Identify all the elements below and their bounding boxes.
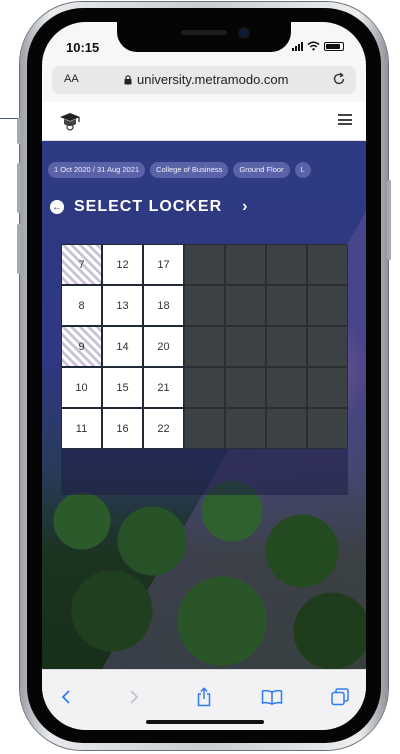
locker-cell[interactable]: 18 (143, 285, 184, 326)
locker-cell-unavailable (225, 367, 266, 408)
page-title: SELECT LOCKER (74, 198, 223, 215)
locker-cell-unavailable (307, 244, 348, 285)
locker-cell: 7 (61, 244, 102, 285)
locker-cell[interactable]: 8 (61, 285, 102, 326)
filter-chip-date[interactable]: 1 Oct 2020 / 31 Aug 2021 (48, 162, 146, 178)
forward-button[interactable] (122, 686, 146, 708)
locker-cell[interactable]: 14 (102, 326, 143, 367)
locker-heading-row: ← SELECT LOCKER › (50, 198, 247, 216)
front-camera (240, 29, 248, 37)
locker-grid-footer (61, 449, 348, 495)
locker-cell[interactable]: 21 (143, 367, 184, 408)
back-button[interactable] (54, 686, 78, 708)
arrow-left-circle-icon[interactable]: ← (50, 200, 64, 214)
tabs-button[interactable] (328, 686, 352, 708)
speaker-grille (181, 30, 227, 35)
locker-cell[interactable]: 17 (143, 244, 184, 285)
hamburger-menu-icon[interactable] (338, 114, 352, 125)
site-nav (42, 102, 366, 141)
bookmarks-button[interactable] (260, 686, 284, 708)
lock-icon (124, 74, 132, 84)
locker-cell-unavailable (225, 244, 266, 285)
status-time: 10:15 (66, 40, 100, 55)
chevron-left-icon (61, 690, 70, 704)
volume-down-button (17, 224, 21, 274)
locker-cell[interactable]: 20 (143, 326, 184, 367)
filter-chips: 1 Oct 2020 / 31 Aug 2021 College of Busi… (48, 162, 311, 178)
locker-cell-unavailable (225, 285, 266, 326)
locker-cell-unavailable (307, 408, 348, 449)
locker-cell[interactable]: 15 (102, 367, 143, 408)
locker-cell-unavailable (266, 408, 307, 449)
chevron-right-icon (130, 690, 139, 704)
locker-cell-unavailable (184, 244, 225, 285)
filter-chip-floor[interactable]: Ground Floor (233, 162, 290, 178)
filter-chip-more[interactable]: L (294, 162, 311, 178)
locker-cell-unavailable (266, 326, 307, 367)
locker-cell[interactable]: 11 (61, 408, 102, 449)
tabs-icon (331, 688, 349, 706)
notch (117, 22, 291, 52)
cellular-signal-icon (292, 42, 303, 51)
locker-cell[interactable]: 22 (143, 408, 184, 449)
text-size-button[interactable]: AA (64, 73, 79, 85)
locker-cell-unavailable (184, 326, 225, 367)
locker-cell-unavailable (307, 367, 348, 408)
chevron-right-icon[interactable]: › (242, 198, 247, 216)
locker-cell-unavailable (266, 244, 307, 285)
silent-switch (17, 118, 21, 144)
filter-chip-college[interactable]: College of Business (150, 162, 229, 178)
home-indicator (146, 720, 264, 724)
locker-grid: 7 12 17 8 13 18 9 14 20 10 15 21 11 16 22 (61, 244, 348, 449)
hero-trees-image (42, 481, 366, 669)
locker-cell[interactable]: 10 (61, 367, 102, 408)
locker-cell[interactable]: 13 (102, 285, 143, 326)
bookmarks-icon (261, 689, 283, 705)
locker-cell[interactable]: 12 (102, 244, 143, 285)
reload-icon[interactable] (332, 72, 346, 86)
battery-icon (324, 42, 344, 51)
status-icons (292, 41, 344, 51)
locker-cell-unavailable (266, 285, 307, 326)
browser-toolbar (42, 669, 366, 730)
url-display[interactable]: university.metramodo.com (124, 72, 288, 87)
share-icon (197, 687, 211, 707)
locker-cell-unavailable (225, 326, 266, 367)
power-button (387, 180, 391, 260)
locker-cell-unavailable (184, 408, 225, 449)
locker-cell-unavailable (307, 326, 348, 367)
locker-cell-unavailable (184, 367, 225, 408)
locker-cell-unavailable (266, 367, 307, 408)
locker-cell-unavailable (307, 285, 348, 326)
address-bar[interactable]: AA university.metramodo.com (52, 66, 356, 94)
share-button[interactable] (192, 686, 216, 708)
volume-up-button (17, 163, 21, 213)
wifi-icon (307, 41, 320, 51)
url-text: university.metramodo.com (137, 72, 289, 87)
locker-cell: 9 (61, 326, 102, 367)
locker-cell-unavailable (184, 285, 225, 326)
locker-cell[interactable]: 16 (102, 408, 143, 449)
graduation-cap-logo[interactable] (58, 109, 82, 133)
locker-cell-unavailable (225, 408, 266, 449)
phone-screen: 10:15 AA university.metramodo.com 1 Oct … (42, 22, 366, 730)
